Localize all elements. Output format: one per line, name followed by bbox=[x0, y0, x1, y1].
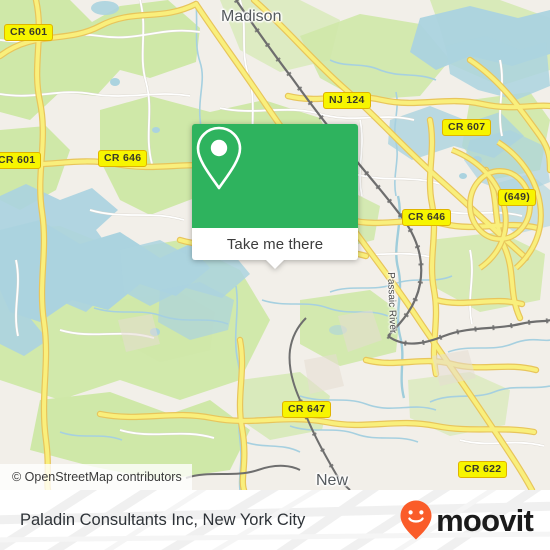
popup-pointer-tail bbox=[265, 259, 285, 269]
map-canvas[interactable]: CR 601 CR 601 CR 646 NJ 124 CR 607 CR 64… bbox=[0, 0, 550, 490]
popup-icon-area bbox=[192, 124, 358, 228]
road-shield[interactable]: CR 647 bbox=[282, 401, 332, 418]
take-me-there-label: Take me there bbox=[226, 235, 324, 253]
map-pin-icon bbox=[196, 126, 242, 190]
osm-attribution[interactable]: © OpenStreetMap contributors bbox=[0, 464, 192, 490]
moovit-location-card: CR 601 CR 601 CR 646 NJ 124 CR 607 CR 64… bbox=[0, 0, 550, 550]
place-label-madison: Madison bbox=[221, 8, 282, 25]
footer-bar: Paladin Consultants Inc, New York City m… bbox=[0, 490, 550, 550]
moovit-smiley-pin-icon bbox=[400, 500, 432, 540]
osm-attribution-text: © OpenStreetMap contributors bbox=[12, 470, 182, 484]
moovit-brand[interactable]: moovit bbox=[399, 490, 534, 550]
place-label-new: New bbox=[316, 472, 349, 489]
road-shield[interactable]: CR 601 bbox=[0, 152, 42, 169]
popup-action-area[interactable]: Take me there bbox=[192, 228, 358, 269]
road-shield[interactable]: NJ 124 bbox=[323, 92, 371, 109]
location-popup-card[interactable]: Take me there bbox=[192, 124, 358, 269]
road-shield[interactable]: CR 646 bbox=[98, 150, 148, 167]
location-title: Paladin Consultants Inc, New York City bbox=[20, 510, 306, 529]
road-shield[interactable]: CR 601 bbox=[4, 24, 54, 41]
road-shield[interactable]: CR 646 bbox=[402, 209, 452, 226]
road-shield[interactable]: CR 622 bbox=[458, 461, 508, 478]
river-label-passaic-river: Passaic River bbox=[385, 272, 399, 334]
moovit-wordmark: moovit bbox=[436, 502, 534, 538]
road-shield[interactable]: (649) bbox=[498, 189, 537, 206]
road-shield[interactable]: CR 607 bbox=[442, 119, 492, 136]
